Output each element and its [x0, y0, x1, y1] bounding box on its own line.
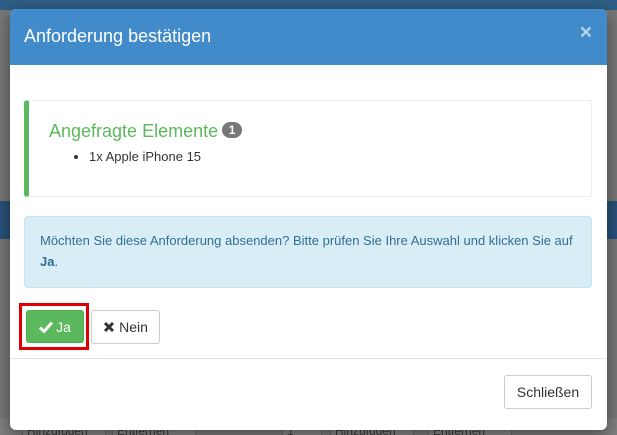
- yes-button-label: Ja: [56, 318, 71, 335]
- dialog-footer: Schließen: [10, 358, 607, 430]
- requested-items-heading: Angefragte Elemente 1: [49, 121, 571, 141]
- confirmation-info-alert: Möchten Sie diese Anforderung absenden? …: [24, 216, 592, 288]
- item-count-badge: 1: [222, 122, 243, 138]
- info-text: Möchten Sie diese Anforderung absenden? …: [40, 233, 573, 248]
- close-icon[interactable]: ×: [580, 22, 592, 43]
- requested-items-list: 1x Apple iPhone 15: [49, 148, 571, 165]
- confirm-request-dialog: Anforderung bestätigen × Angefragte Elem…: [10, 9, 607, 430]
- yes-button[interactable]: Ja: [26, 310, 84, 343]
- list-item: 1x Apple iPhone 15: [89, 148, 571, 165]
- requested-items-title: Angefragte Elemente: [49, 121, 219, 141]
- dialog-body: Angefragte Elemente1 1x Apple iPhone 15 …: [10, 65, 607, 288]
- no-button-label: Nein: [119, 319, 148, 335]
- dialog-title: Anforderung bestätigen: [24, 26, 212, 46]
- close-button[interactable]: Schließen: [504, 375, 592, 409]
- check-icon: [39, 321, 54, 333]
- dialog-header: Anforderung bestätigen ×: [10, 9, 607, 65]
- yes-button-highlight: Ja: [19, 303, 89, 350]
- times-icon: [104, 321, 115, 333]
- no-button[interactable]: Nein: [91, 310, 160, 344]
- info-text-end: .: [54, 254, 59, 269]
- info-text-highlight: Ja: [40, 254, 55, 269]
- requested-items-callout: Angefragte Elemente1 1x Apple iPhone 15: [24, 100, 592, 197]
